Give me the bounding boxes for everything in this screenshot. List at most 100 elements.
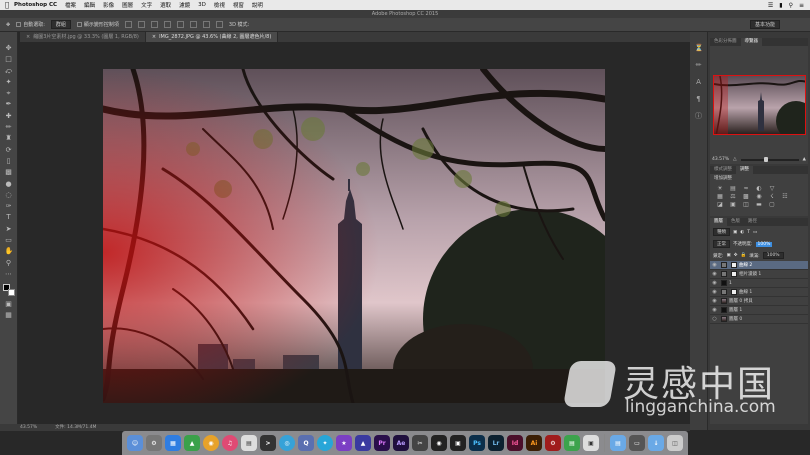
align-right-icon[interactable]: [189, 21, 197, 28]
lightroom-icon[interactable]: Lr: [488, 435, 504, 451]
itunes-icon[interactable]: ♫: [222, 435, 238, 451]
align-top-icon[interactable]: [124, 21, 132, 28]
zoom-slider-knob[interactable]: [763, 156, 768, 162]
filter-pixel-icon[interactable]: ▣: [733, 230, 737, 235]
quick-select-tool-icon[interactable]: ✦: [5, 78, 13, 86]
chrome-icon[interactable]: ◉: [203, 435, 219, 451]
visibility-eye-icon[interactable]: ◉: [710, 289, 719, 295]
align-center-icon[interactable]: [176, 21, 184, 28]
visibility-eye-icon[interactable]: ◉: [710, 307, 719, 313]
vibrance-icon[interactable]: ▽: [768, 186, 776, 192]
eraser-tool-icon[interactable]: ▯: [5, 157, 13, 165]
menu-3d[interactable]: 3D: [198, 2, 206, 8]
blur-tool-icon[interactable]: ●: [5, 180, 13, 188]
mask-thumb[interactable]: [731, 262, 737, 268]
distribute-icon[interactable]: [202, 21, 210, 28]
folder-icon[interactable]: ▤: [610, 435, 626, 451]
status-zoom[interactable]: 43.57%: [20, 424, 37, 431]
layer-row[interactable]: ○ 圖層 0: [710, 315, 808, 324]
align-bottom-icon[interactable]: [150, 21, 158, 28]
move-tool-icon[interactable]: ✥: [5, 44, 13, 52]
stamp-tool-icon[interactable]: ♜: [5, 134, 13, 142]
layer-row[interactable]: ◉ 曲線 2: [710, 261, 808, 270]
history-icon[interactable]: ⏳: [695, 44, 704, 52]
black-white-icon[interactable]: ▩: [742, 194, 750, 200]
davinci-icon[interactable]: ◉: [431, 435, 447, 451]
brightness-icon[interactable]: ☀: [716, 186, 724, 192]
type-tool-icon[interactable]: T: [5, 213, 13, 221]
tab-paths[interactable]: 路徑: [744, 218, 761, 226]
menu-file[interactable]: 檔案: [65, 1, 76, 9]
brush-presets-icon[interactable]: ✏: [695, 61, 703, 69]
info-icon[interactable]: ⓘ: [695, 112, 703, 120]
layer-row[interactable]: ◉ 曲線 1: [710, 288, 808, 297]
photo-filter-icon[interactable]: ◉: [755, 194, 763, 200]
threshold-icon[interactable]: ◫: [742, 202, 750, 208]
indesign-icon[interactable]: Id: [507, 435, 523, 451]
after-effects-icon[interactable]: Ae: [393, 435, 409, 451]
downloads-icon[interactable]: ↓: [648, 435, 664, 451]
tab-styles[interactable]: 樣式調整: [710, 166, 736, 174]
mask-thumb[interactable]: [731, 289, 737, 295]
history-brush-icon[interactable]: ⟳: [5, 146, 13, 154]
menu-window[interactable]: 視窗: [233, 1, 244, 9]
shape-tool-icon[interactable]: ▭: [5, 236, 13, 244]
posterize-icon[interactable]: ▣: [729, 202, 737, 208]
launchpad-icon[interactable]: ⚙: [146, 435, 162, 451]
eyedropper-tool-icon[interactable]: ✒: [5, 100, 13, 108]
tab-adjustments[interactable]: 調整: [736, 166, 753, 174]
screen-mode-icon[interactable]: ▦: [5, 311, 13, 319]
zoom-slider[interactable]: [740, 156, 799, 162]
tab-document-1[interactable]: × 縮圖3片空素材.jpg @ 33.3% (圖層 1, RGB/8): [20, 32, 146, 42]
visibility-eye-icon[interactable]: ◉: [710, 262, 719, 268]
auto-select-checkbox[interactable]: [16, 22, 22, 27]
lock-pixels-icon[interactable]: ▣: [727, 253, 731, 258]
curves-icon[interactable]: ≈: [742, 186, 750, 192]
fill-field[interactable]: 100%: [762, 252, 784, 259]
finder-icon[interactable]: ☺: [127, 435, 143, 451]
menu-edit[interactable]: 編輯: [84, 1, 95, 9]
auto-select-dropdown[interactable]: 群組: [50, 20, 71, 29]
trash-icon[interactable]: ◫: [667, 435, 683, 451]
crop-tool-icon[interactable]: ⌖: [5, 89, 13, 97]
mission-control-icon[interactable]: ▦: [165, 435, 181, 451]
menu-filter[interactable]: 濾鏡: [179, 1, 190, 9]
filter-adjust-icon[interactable]: ◐: [740, 230, 744, 235]
lock-position-icon[interactable]: ✥: [734, 253, 738, 258]
gradient-tool-icon[interactable]: ▩: [5, 168, 13, 176]
menu-image[interactable]: 影像: [103, 1, 114, 9]
background-color[interactable]: [7, 289, 15, 297]
layer-row[interactable]: ◉ 圖層 1: [710, 306, 808, 315]
visibility-eye-icon[interactable]: ◉: [710, 298, 719, 304]
distribute-h-icon[interactable]: [215, 21, 223, 28]
compressor-icon[interactable]: ▣: [450, 435, 466, 451]
menu-help[interactable]: 說明: [252, 1, 263, 9]
motion-icon[interactable]: ▲: [355, 435, 371, 451]
photoshop-icon[interactable]: Ps: [469, 435, 485, 451]
visibility-eye-icon[interactable]: ○: [710, 316, 719, 322]
blend-mode-dropdown[interactable]: 正常: [713, 240, 730, 248]
calendar-icon[interactable]: ▤: [241, 435, 257, 451]
hue-sat-icon[interactable]: ▦: [716, 194, 724, 200]
align-middle-icon[interactable]: [137, 21, 145, 28]
menu-view[interactable]: 檢視: [214, 1, 225, 9]
zoom-in-icon[interactable]: ▲: [803, 157, 806, 162]
battery-icon[interactable]: ▮: [779, 2, 782, 9]
filter-shape-icon[interactable]: ▭: [753, 230, 757, 235]
illustrator-icon[interactable]: Ai: [526, 435, 542, 451]
lasso-tool-icon[interactable]: ⤽: [5, 67, 13, 75]
gradient-map-icon[interactable]: ▬: [755, 202, 763, 208]
menu-type[interactable]: 文字: [141, 1, 152, 9]
character-icon[interactable]: A: [695, 78, 703, 86]
visibility-eye-icon[interactable]: ◉: [710, 280, 719, 286]
wifi-icon[interactable]: ☰: [768, 2, 773, 9]
opacity-field[interactable]: 100%: [755, 241, 773, 247]
safari-icon[interactable]: ✦: [317, 435, 333, 451]
hand-tool-icon[interactable]: ✋: [5, 247, 14, 255]
move-tool-icon[interactable]: ✥: [6, 22, 10, 28]
transform-checkbox[interactable]: [76, 22, 82, 27]
tab-layers[interactable]: 圖層: [710, 218, 727, 226]
zoom-tool-icon[interactable]: ⚲: [5, 259, 13, 267]
premiere-icon[interactable]: Pr: [374, 435, 390, 451]
screen-icon[interactable]: ▭: [629, 435, 645, 451]
